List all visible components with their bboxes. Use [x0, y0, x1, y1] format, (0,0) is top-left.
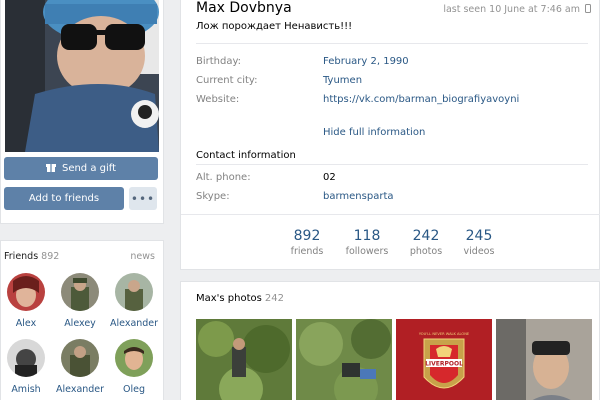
- friend-name: Alexander: [110, 318, 159, 329]
- send-gift-button[interactable]: Send a gift: [4, 157, 158, 180]
- send-gift-label: Send a gift: [61, 163, 117, 174]
- more-actions-button[interactable]: •••: [129, 187, 157, 210]
- profile-name: Max Dovbnya: [196, 0, 292, 16]
- info-label: Website:: [196, 94, 240, 105]
- friend-item[interactable]: Alexander: [110, 273, 158, 329]
- last-seen-text: last seen 10 June at 7:46 am: [443, 4, 580, 15]
- friend-item[interactable]: Amish: [2, 339, 50, 395]
- friend-avatar: [61, 339, 99, 377]
- divider: [196, 43, 588, 44]
- photo-thumbnail[interactable]: [496, 319, 592, 400]
- friends-count: 892: [41, 251, 60, 262]
- friend-name: Alexander: [56, 384, 105, 395]
- profile-photo-card: Send a gift Add to friends •••: [0, 0, 164, 224]
- divider: [181, 214, 600, 215]
- counter-value: 118: [353, 228, 381, 244]
- skype-link[interactable]: barmensparta: [323, 191, 394, 202]
- counter-videos[interactable]: 245 videos: [449, 228, 509, 257]
- friend-item[interactable]: Alex: [2, 273, 50, 329]
- friend-avatar: [7, 339, 45, 377]
- counter-label: photos: [409, 246, 443, 257]
- add-to-friends-button[interactable]: Add to friends: [4, 187, 124, 210]
- photo-thumbnail[interactable]: LIVERPOOL YOU'LL NEVER WALK ALONE: [396, 319, 492, 400]
- friends-title: Friends: [4, 251, 39, 262]
- counter-followers[interactable]: 118 followers: [337, 228, 397, 257]
- info-label: Alt. phone:: [196, 172, 251, 183]
- badge-text: LIVERPOOL: [425, 361, 463, 368]
- birthday-link[interactable]: February 2, 1990: [323, 56, 409, 67]
- counter-friends[interactable]: 892 friends: [277, 228, 337, 257]
- phone-value: 02: [323, 172, 336, 183]
- last-seen-status: last seen 10 June at 7:46 am: [443, 4, 591, 16]
- website-link[interactable]: https://vk.com/barman_biografiyavoyni: [323, 94, 519, 105]
- photos-count: 242: [264, 293, 284, 304]
- photo-thumbnail[interactable]: [296, 319, 392, 400]
- friends-news-link[interactable]: news: [130, 251, 155, 262]
- photo-thumbnail[interactable]: [196, 319, 292, 400]
- friend-avatar: [115, 273, 153, 311]
- counter-label: friends: [290, 246, 324, 257]
- counter-label: videos: [463, 246, 495, 257]
- divider: [196, 164, 588, 165]
- info-label: Skype:: [196, 191, 230, 202]
- counter-value: 242: [412, 228, 440, 244]
- hide-full-info-link[interactable]: Hide full information: [323, 127, 425, 138]
- more-icon: •••: [130, 191, 156, 206]
- friend-avatar: [7, 273, 45, 311]
- profile-status[interactable]: Лож порождает Ненависть!!!: [196, 21, 352, 32]
- friend-name: Alexey: [64, 318, 96, 329]
- friend-item[interactable]: Alexander: [56, 339, 104, 395]
- friend-avatar: [115, 339, 153, 377]
- friend-item[interactable]: Oleg: [110, 339, 158, 395]
- phone-icon: [585, 4, 591, 16]
- gift-icon: [45, 162, 56, 175]
- add-to-friends-label: Add to friends: [28, 193, 100, 204]
- counter-photos[interactable]: 242 photos: [396, 228, 456, 257]
- city-link[interactable]: Tyumen: [323, 75, 362, 86]
- info-label: Current city:: [196, 75, 258, 86]
- badge-subtext: YOU'LL NEVER WALK ALONE: [419, 332, 470, 336]
- friends-header[interactable]: Friends 892: [4, 251, 59, 262]
- profile-avatar[interactable]: [5, 0, 159, 152]
- profile-info-card: Max Dovbnya last seen 10 June at 7:46 am…: [180, 0, 600, 270]
- friend-name: Oleg: [123, 384, 145, 395]
- photos-block: Max's photos 242 LIVERPOOL YOU'LL NEVER W…: [180, 281, 600, 400]
- friend-name: Alex: [15, 318, 37, 329]
- friends-block: Friends 892 news Alex Alexey Alexander Am…: [0, 240, 164, 400]
- info-label: Birthday:: [196, 56, 242, 67]
- friend-item[interactable]: Alexey: [56, 273, 104, 329]
- friend-name: Amish: [11, 384, 41, 395]
- friend-avatar: [61, 273, 99, 311]
- counter-value: 892: [293, 228, 321, 244]
- photos-title: Max's photos: [196, 293, 262, 304]
- contact-info-heading: Contact information: [196, 150, 296, 161]
- counter-value: 245: [465, 228, 493, 244]
- photos-header[interactable]: Max's photos 242: [196, 293, 284, 304]
- counter-label: followers: [345, 246, 389, 257]
